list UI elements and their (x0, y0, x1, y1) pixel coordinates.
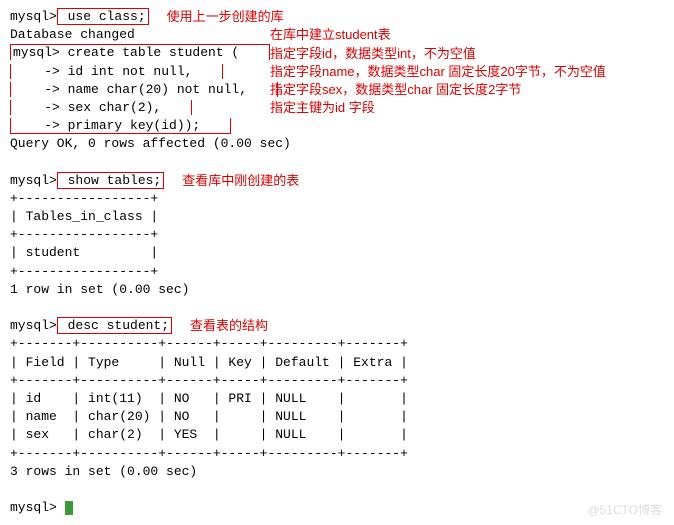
prompt: mysql> (10, 9, 57, 24)
highlighted-command: desc student; (57, 317, 172, 334)
annotation-use-class: 使用上一步创建的库 (167, 8, 284, 26)
response-rowcount: 1 row in set (0.00 sec) (10, 281, 664, 299)
command-desc-student: mysql> desc student; (10, 317, 172, 335)
annotation-create-table-a: 在库中建立student表 (270, 26, 606, 44)
watermark: @51CTO博客 (587, 502, 662, 519)
table-border: +-----------------+ (10, 190, 664, 208)
command-create-table-l5: -> primary key(id)); (10, 117, 664, 135)
table-border: +-------+----------+------+-----+-------… (10, 335, 664, 353)
table-border: +-----------------+ (10, 263, 664, 281)
annotation-create-table-d: 指定字段sex，数据类型char 固定长度2字节 (270, 81, 606, 99)
prompt: mysql> (10, 173, 57, 188)
annotation-desc-student: 查看表的结构 (190, 317, 268, 335)
table-row: | name | char(20) | NO | | NULL | | (10, 408, 664, 426)
response-rowcount: 3 rows in set (0.00 sec) (10, 463, 664, 481)
response-query-ok: Query OK, 0 rows affected (0.00 sec) (10, 135, 664, 153)
annotation-create-table-e: 指定主键为id 字段 (270, 99, 606, 117)
table-header: | Field | Type | Null | Key | Default | … (10, 354, 664, 372)
annotation-create-table-b: 指定字段id，数据类型int，不为空值 (270, 45, 606, 63)
highlighted-command: use class; (57, 8, 149, 25)
highlighted-command: show tables; (57, 172, 164, 189)
blank (10, 299, 664, 317)
table-border: +-----------------+ (10, 226, 664, 244)
table-header: | Tables_in_class | (10, 208, 664, 226)
prompt: mysql> (10, 318, 57, 333)
command-show-tables: mysql> show tables; (10, 172, 164, 190)
prompt: mysql> (10, 500, 65, 515)
table-border: +-------+----------+------+-----+-------… (10, 445, 664, 463)
annotation-create-table-c: 指定字段name，数据类型char 固定长度20字节，不为空值 (270, 63, 606, 81)
table-border: +-------+----------+------+-----+-------… (10, 372, 664, 390)
blank (10, 154, 664, 172)
annotation-show-tables: 查看库中刚创建的表 (182, 172, 299, 190)
cursor-icon (65, 501, 73, 515)
final-prompt-line: mysql> (10, 499, 664, 517)
command-use-class: mysql> use class; (10, 8, 149, 26)
blank (10, 481, 664, 499)
table-row: | sex | char(2) | YES | | NULL | | (10, 426, 664, 444)
table-row: | id | int(11) | NO | PRI | NULL | | (10, 390, 664, 408)
table-row: | student | (10, 244, 664, 262)
